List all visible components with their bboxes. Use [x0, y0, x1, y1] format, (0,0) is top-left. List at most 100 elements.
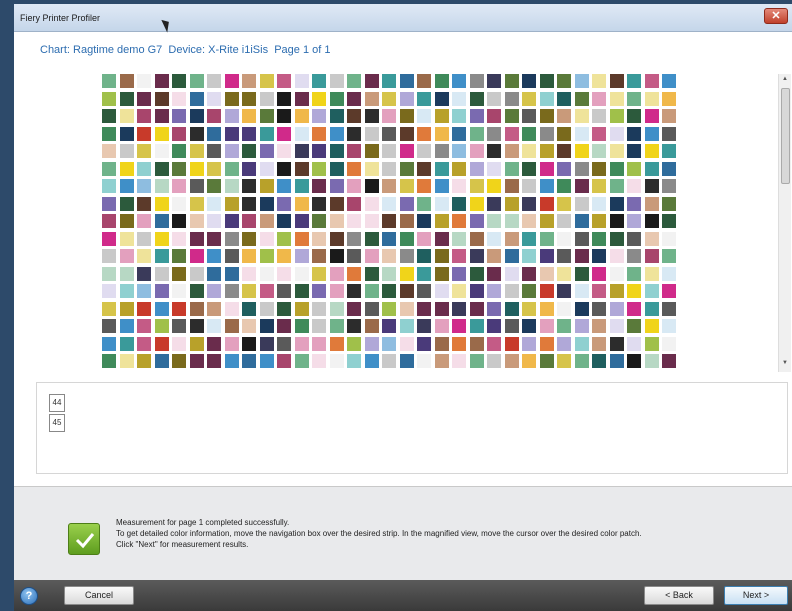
color-patch: [207, 284, 221, 298]
color-patch: [259, 214, 274, 228]
color-patch: [277, 109, 291, 123]
color-patch: [557, 161, 571, 176]
color-patch: [417, 214, 431, 228]
color-patch: [102, 196, 116, 211]
color-patch: [102, 126, 116, 141]
color-patch: [434, 301, 449, 316]
color-patch: [574, 301, 589, 316]
status-message: Measurement for page 1 completed success…: [116, 517, 776, 550]
color-patch: [539, 249, 554, 263]
color-patch: [557, 91, 571, 106]
color-patch: [347, 109, 361, 123]
color-patch: [557, 249, 571, 263]
color-patch: [644, 179, 659, 193]
cancel-button[interactable]: Cancel: [64, 586, 134, 605]
color-patch: [469, 126, 484, 141]
color-patch: [609, 196, 624, 211]
color-patch: [137, 126, 151, 141]
color-patch: [224, 266, 239, 281]
color-patch: [119, 301, 134, 316]
color-patch: [452, 249, 466, 263]
color-patch: [172, 74, 186, 88]
scroll-down-icon[interactable]: ▼: [782, 360, 789, 368]
device-name: X-Rite i1iSis: [208, 44, 269, 56]
color-patch: [504, 214, 519, 228]
color-patch: [329, 109, 344, 123]
color-patch: [644, 319, 659, 333]
color-patch: [382, 231, 396, 246]
color-patch: [452, 161, 466, 176]
color-patch: [592, 301, 606, 316]
color-patch: [557, 266, 571, 281]
color-patch: [504, 336, 519, 351]
color-patch: [504, 249, 519, 263]
color-patch: [119, 144, 134, 158]
scrollbar-thumb[interactable]: [781, 88, 790, 184]
color-patch: [364, 126, 379, 141]
color-patch: [119, 231, 134, 246]
back-button[interactable]: < Back: [644, 586, 714, 605]
color-patch: [644, 196, 659, 211]
strip-magnified-view[interactable]: 44 45: [36, 382, 788, 474]
color-patch: [259, 144, 274, 158]
color-patch: [329, 179, 344, 193]
color-patch: [364, 196, 379, 211]
scroll-up-icon[interactable]: ▲: [782, 76, 789, 84]
color-patch: [662, 231, 676, 246]
color-patch: [452, 126, 466, 141]
color-patch: [364, 91, 379, 106]
color-patch: [172, 336, 186, 351]
color-patch: [574, 284, 589, 298]
color-patch: [417, 109, 431, 123]
color-patch: [312, 144, 326, 158]
color-patch: [522, 161, 536, 176]
status-line: Measurement for page 1 completed success…: [116, 518, 290, 527]
color-patch: [207, 249, 221, 263]
color-patch: [224, 319, 239, 333]
color-patch: [504, 301, 519, 316]
color-patch: [242, 161, 256, 176]
help-icon[interactable]: ?: [20, 587, 38, 605]
close-button[interactable]: ✕: [764, 8, 788, 24]
color-patch: [364, 161, 379, 176]
color-patch: [242, 74, 256, 88]
color-patch: [329, 301, 344, 316]
color-patch: [627, 354, 641, 368]
color-patch: [469, 144, 484, 158]
color-patch: [277, 144, 291, 158]
color-patch: [294, 74, 309, 88]
color-patch: [557, 336, 571, 351]
color-patch: [382, 249, 396, 263]
color-patch: [522, 109, 536, 123]
color-patch: [137, 74, 151, 88]
color-patch: [627, 266, 641, 281]
color-patch: [224, 231, 239, 246]
color-patch: [452, 144, 466, 158]
color-patch: [399, 214, 414, 228]
color-patch: [172, 161, 186, 176]
patch-grid[interactable]: [102, 74, 680, 372]
color-patch: [137, 249, 151, 263]
color-patch: [574, 214, 589, 228]
color-patch: [609, 284, 624, 298]
chart-info-line: Chart: Ragtime demo G7 Device: X-Rite i1…: [40, 44, 330, 56]
color-patch: [609, 354, 624, 368]
color-patch: [347, 249, 361, 263]
color-patch: [102, 74, 116, 88]
color-patch: [504, 284, 519, 298]
color-patch: [627, 144, 641, 158]
color-patch: [399, 266, 414, 281]
color-patch: [609, 231, 624, 246]
color-patch: [662, 284, 676, 298]
color-patch: [574, 319, 589, 333]
vertical-scrollbar[interactable]: ▲ ▼: [778, 74, 791, 372]
color-patch: [259, 161, 274, 176]
next-button[interactable]: Next >: [724, 586, 788, 605]
color-patch: [189, 214, 204, 228]
window-title: Fiery Printer Profiler: [20, 13, 101, 23]
color-patch: [189, 179, 204, 193]
color-patch: [347, 284, 361, 298]
color-patch: [382, 266, 396, 281]
color-patch: [119, 354, 134, 368]
status-line: To get detailed color information, move …: [116, 529, 642, 538]
